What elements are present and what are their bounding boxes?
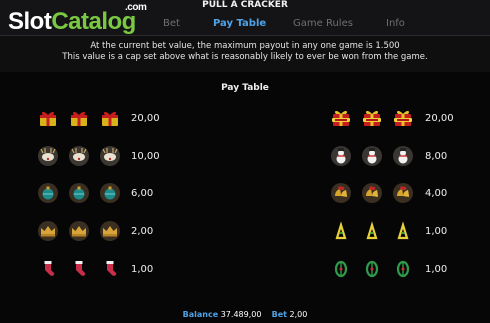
stocking-icon (37, 258, 59, 280)
snowman-icon (361, 145, 383, 167)
holly-icon (330, 258, 352, 280)
candy-icon (392, 220, 414, 242)
game-title: PULL A CRACKER (202, 0, 288, 10)
tab-bet[interactable]: Bet (163, 17, 180, 31)
header-divider (0, 35, 490, 36)
ornament-icon (99, 182, 121, 204)
reindeer-icon (99, 145, 121, 167)
payout-value: 1,00 (425, 264, 448, 275)
gift-icon (68, 107, 90, 129)
tab-game-rules[interactable]: Game Rules (293, 17, 353, 31)
payout-value: 20,00 (425, 113, 454, 124)
wild-gift-icon (392, 107, 414, 129)
candy-icon (330, 220, 352, 242)
payout-value: 1,00 (131, 264, 154, 275)
snowman-icon (330, 145, 352, 167)
crown-icon (37, 220, 59, 242)
pay-table-title: Pay Table (221, 83, 269, 93)
balance-value: 37.489,00 (220, 310, 262, 319)
crown-icon (99, 220, 121, 242)
holly-icon (361, 258, 383, 280)
bells-icon (361, 182, 383, 204)
nav-tabs: Bet Pay Table Game Rules Info (0, 17, 490, 31)
gift-icon (99, 107, 121, 129)
bet-value: 2,00 (289, 310, 308, 319)
reindeer-icon (68, 145, 90, 167)
notice-line-1: At the current bet value, the maximum pa… (90, 41, 400, 51)
holly-icon (392, 258, 414, 280)
crown-icon (68, 220, 90, 242)
payout-value: 2,00 (131, 226, 154, 237)
payout-value: 4,00 (425, 188, 448, 199)
payout-value: 20,00 (131, 113, 160, 124)
snowman-icon (392, 145, 414, 167)
bet-label: Bet (271, 310, 287, 319)
payout-value: 10,00 (131, 151, 160, 162)
wild-gift-icon (330, 107, 352, 129)
tab-info[interactable]: Info (386, 17, 405, 31)
max-payout-notice: At the current bet value, the maximum pa… (0, 41, 490, 63)
bells-icon (392, 182, 414, 204)
balance-label: Balance (182, 310, 219, 319)
reindeer-icon (37, 145, 59, 167)
bells-icon (330, 182, 352, 204)
stocking-icon (99, 258, 121, 280)
payout-value: 6,00 (131, 188, 154, 199)
wild-gift-icon (361, 107, 383, 129)
gift-icon (37, 107, 59, 129)
payout-value: 1,00 (425, 226, 448, 237)
payout-value: 8,00 (425, 151, 448, 162)
footer-status: Balance 37.489,00 Bet 2,00 (0, 310, 490, 320)
ornament-icon (68, 182, 90, 204)
tab-pay-table[interactable]: Pay Table (213, 17, 266, 31)
stocking-icon (68, 258, 90, 280)
candy-icon (361, 220, 383, 242)
notice-line-2: This value is a cap set above what is re… (62, 52, 428, 62)
ornament-icon (37, 182, 59, 204)
